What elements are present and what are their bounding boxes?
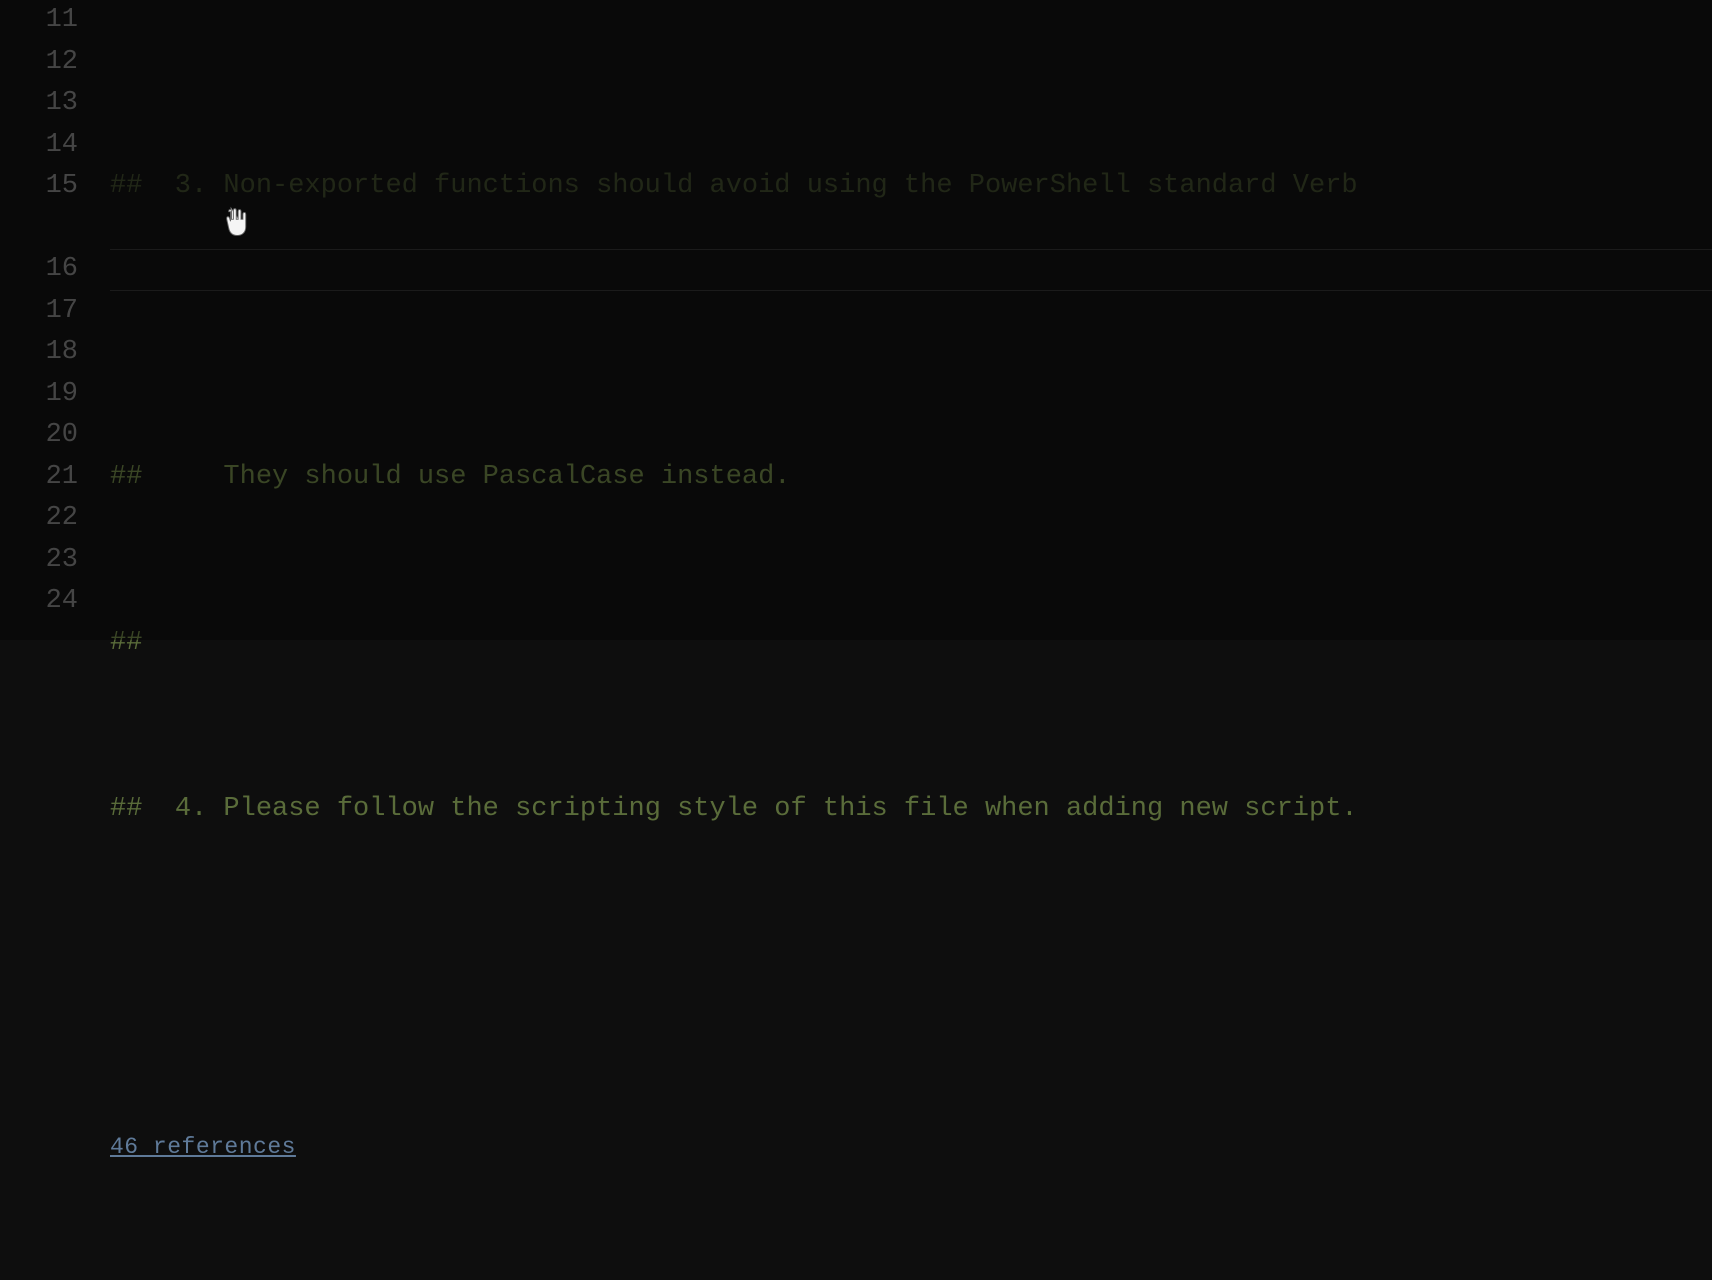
code-line[interactable]	[110, 955, 1712, 997]
line-number: 19	[0, 374, 78, 416]
comment-text: 4. Please follow the scripting style of …	[175, 794, 1358, 824]
comment-text: ##	[110, 794, 175, 824]
code-editor[interactable]: 11 12 13 14 15 16 17 18 19 20 21 22 23 2…	[0, 0, 1712, 640]
comment-text: ##	[110, 628, 142, 658]
line-number: 12	[0, 42, 78, 84]
code-line[interactable]: ## They should use PascalCase instead.	[110, 457, 1712, 499]
line-number: 13	[0, 83, 78, 125]
line-number: 16	[0, 249, 78, 291]
line-number: 17	[0, 291, 78, 333]
code-line[interactable]: ##	[110, 623, 1712, 665]
line-number: 11	[0, 0, 78, 42]
codelens-row: 46 references	[110, 1121, 1712, 1163]
line-number: 23	[0, 540, 78, 582]
line-number-gutter: 11 12 13 14 15 16 17 18 19 20 21 22 23 2…	[0, 0, 110, 640]
line-number: 18	[0, 332, 78, 374]
comment-text: ##	[110, 462, 223, 492]
comment-text: ## 3. Non-exported functions should avoi…	[110, 171, 1358, 201]
line-number: 24	[0, 581, 78, 623]
code-area[interactable]: ## 3. Non-exported functions should avoi…	[110, 0, 1712, 640]
line-number: 21	[0, 457, 78, 499]
current-line-highlight	[110, 249, 1712, 291]
code-line[interactable]: ## 4. Please follow the scripting style …	[110, 789, 1712, 831]
codelens-references-link[interactable]: 46 references	[110, 1127, 296, 1169]
line-number: 15	[0, 166, 78, 208]
line-number: 20	[0, 415, 78, 457]
line-number: 22	[0, 498, 78, 540]
code-line[interactable]: ## 3. Non-exported functions should avoi…	[110, 166, 1712, 208]
line-number	[0, 208, 78, 250]
line-number: 14	[0, 125, 78, 167]
comment-text: They should use PascalCase instead.	[223, 462, 790, 492]
